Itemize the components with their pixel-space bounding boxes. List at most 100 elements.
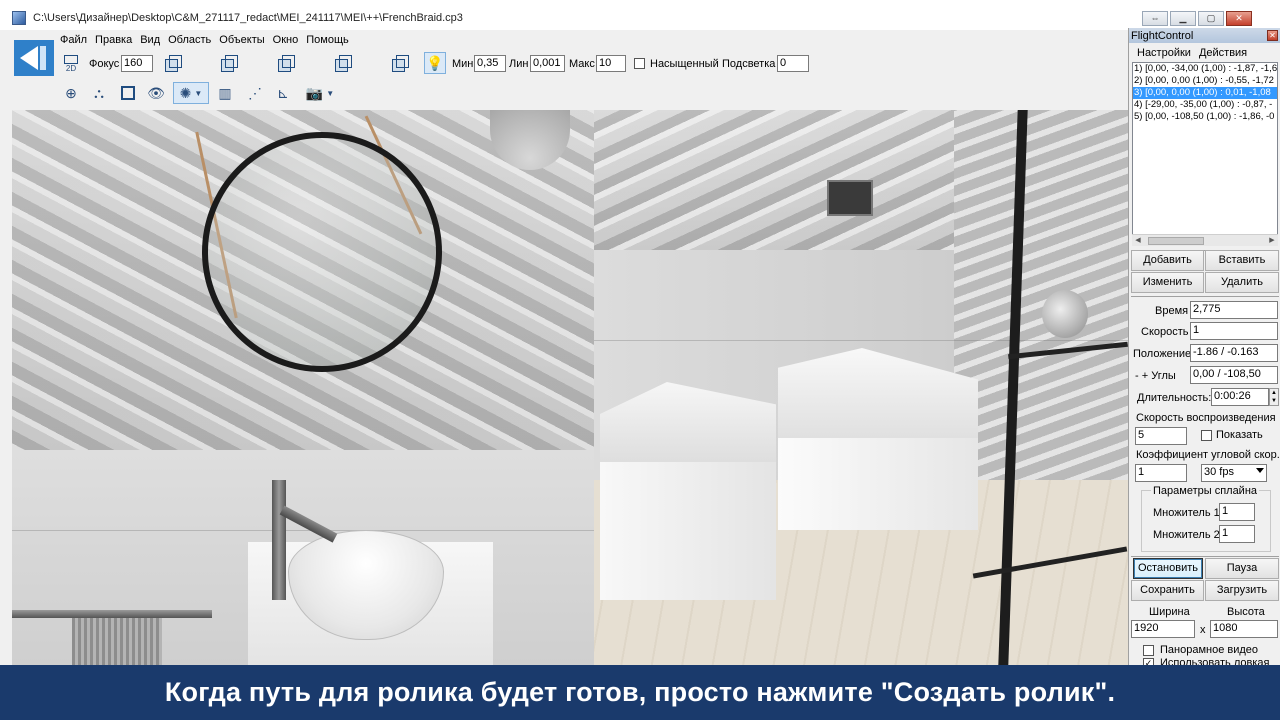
cube-icon <box>335 55 352 72</box>
lin-label: Лин <box>509 58 529 70</box>
highlight-input[interactable]: 0 <box>777 55 809 72</box>
max-label: Макс <box>569 58 595 70</box>
angles-input[interactable]: 0,00 / -108,50 <box>1190 366 1278 384</box>
angles-label[interactable]: - + Углы <box>1135 370 1176 382</box>
height-input[interactable]: 1080 <box>1210 620 1278 638</box>
menu-window[interactable]: Окно <box>273 32 307 48</box>
maximize-button[interactable]: ▢ <box>1198 11 1224 26</box>
time-input[interactable]: 2,775 <box>1190 301 1278 319</box>
menu-help[interactable]: Помощь <box>306 32 357 48</box>
flight-control-title: FlightControl <box>1131 30 1194 42</box>
menu-area[interactable]: Область <box>168 32 219 48</box>
width-input[interactable]: 1920 <box>1131 620 1195 638</box>
menu-actions[interactable]: Действия <box>1191 45 1247 61</box>
textured-tile-wall-far <box>954 110 1128 480</box>
focus-input[interactable]: 160 <box>121 55 153 72</box>
edit-button[interactable]: Изменить <box>1131 272 1204 293</box>
light-bulb-icon[interactable]: 💡 <box>424 52 446 74</box>
list-item[interactable]: 2) [0,00, 0,00 (1,00) : -0,55, -1,72 <box>1133 75 1277 87</box>
focus-label: Фокус <box>89 58 120 70</box>
window-title: C:\Users\Дизайнер\Desktop\C&M_271117_red… <box>33 12 463 24</box>
view-cube-perspective-button[interactable] <box>389 52 411 74</box>
toilet-body <box>778 430 978 530</box>
add-button[interactable]: Добавить <box>1131 250 1204 271</box>
min-label: Мин <box>452 58 474 70</box>
3d-viewport[interactable] <box>12 110 1128 665</box>
chevron-down-icon: ▼ <box>194 88 203 98</box>
position-input[interactable]: -1.86 / -0.163 <box>1190 344 1278 362</box>
fps-select[interactable]: 30 fps <box>1201 464 1267 482</box>
horizontal-scrollbar[interactable]: ◀ ▶ <box>1132 234 1278 246</box>
app-icon <box>12 11 26 25</box>
chevron-right-icon[interactable]: ▶ <box>1267 236 1277 246</box>
close-button[interactable]: ✕ <box>1226 11 1252 26</box>
flight-control-panel: FlightControl ✕ Настройки Действия 1) [0… <box>1128 28 1280 669</box>
restore-icon[interactable]: ⇔ <box>1142 11 1168 26</box>
saturated-checkbox[interactable] <box>634 58 645 69</box>
menu-file[interactable]: Файл <box>60 32 95 48</box>
camera-icon[interactable]: 📷 ▼ <box>300 82 340 104</box>
spline-group-label: Параметры сплайна <box>1151 485 1260 497</box>
duration-spinner[interactable]: ▲ ▼ <box>1269 388 1279 406</box>
axis-chart-icon[interactable]: ⊾ <box>272 82 294 104</box>
menu-settings[interactable]: Настройки <box>1129 45 1191 61</box>
path-points-icon[interactable]: ⋰ <box>244 82 266 104</box>
window-controls: ⇔ ▁ ▢ ✕ <box>1142 11 1252 26</box>
view-cube-front-button[interactable] <box>162 52 184 74</box>
save-button[interactable]: Сохранить <box>1131 580 1204 601</box>
sun-settings-icon[interactable]: ✺ ▼ <box>173 82 209 104</box>
list-item-selected[interactable]: 3) [0,00, 0,00 (1,00) : 0,01, -1,08 <box>1133 87 1277 99</box>
view-2d-button[interactable]: 2D <box>60 52 82 76</box>
towel <box>72 618 162 665</box>
stop-button[interactable]: Остановить <box>1133 558 1203 579</box>
square-select-icon[interactable] <box>117 82 139 104</box>
playback-speed-label: Скорость воспроизведения <box>1136 412 1276 424</box>
insert-button[interactable]: Вставить <box>1205 250 1279 271</box>
menu-edit[interactable]: Правка <box>95 32 140 48</box>
close-icon[interactable]: ✕ <box>1267 30 1278 41</box>
map-icon[interactable]: ▥ <box>214 82 236 104</box>
panoramic-label: Панорамное видео <box>1160 644 1259 656</box>
scrollbar-thumb[interactable] <box>1148 237 1204 245</box>
position-label: Положение <box>1133 348 1192 360</box>
max-input[interactable]: 10 <box>596 55 626 72</box>
pause-button[interactable]: Пауза <box>1205 558 1279 579</box>
tile-grout <box>12 530 594 531</box>
menu-view[interactable]: Вид <box>140 32 168 48</box>
panoramic-checkbox[interactable] <box>1143 645 1154 656</box>
view-cube-back-button[interactable] <box>332 52 354 74</box>
angular-coef-label: Коэффициент угловой скор. <box>1136 449 1280 461</box>
crosshair-icon[interactable]: ⊕ <box>60 82 82 104</box>
eye-icon[interactable]: 👁 <box>145 82 167 104</box>
app-logo[interactable] <box>14 40 54 76</box>
divider <box>1131 556 1279 557</box>
minimize-button[interactable]: ▁ <box>1170 11 1196 26</box>
tripod-icon[interactable]: ⛬ <box>88 82 110 104</box>
duration-input[interactable]: 0:00:26 <box>1211 388 1269 406</box>
min-input[interactable]: 0,35 <box>474 55 506 72</box>
angular-coef-input[interactable]: 1 <box>1135 464 1187 482</box>
mult2-input[interactable]: 1 <box>1219 525 1255 543</box>
load-button[interactable]: Загрузить <box>1205 580 1279 601</box>
view-cube-top-button[interactable] <box>218 52 240 74</box>
speed-input[interactable]: 1 <box>1190 322 1278 340</box>
view-cube-side-button[interactable] <box>275 52 297 74</box>
highlight-label: Подсветка <box>722 58 776 70</box>
delete-button[interactable]: Удалить <box>1205 272 1279 293</box>
list-item[interactable]: 1) [0,00, -34,00 (1,00) : -1,87, -1,6 <box>1133 63 1277 75</box>
show-checkbox[interactable] <box>1201 430 1212 441</box>
list-item[interactable]: 4) [-29,00, -35,00 (1,00) : -0,87, - <box>1133 99 1277 111</box>
toilet-paper-holder <box>1042 290 1088 338</box>
list-item[interactable]: 5) [0,00, -108,50 (1,00) : -1,86, -0 <box>1133 111 1277 123</box>
show-label: Показать <box>1216 429 1263 441</box>
playback-speed-input[interactable]: 5 <box>1135 427 1187 445</box>
lin-input[interactable]: 0,001 <box>530 55 565 72</box>
menu-bar: Файл Правка Вид Область Объекты Окно Пом… <box>60 32 357 48</box>
menu-objects[interactable]: Объекты <box>219 32 272 48</box>
keyframe-list[interactable]: 1) [0,00, -34,00 (1,00) : -1,87, -1,6 2)… <box>1132 62 1278 246</box>
flush-plate <box>827 180 873 216</box>
mult1-label: Множитель 1 <box>1153 507 1220 519</box>
chevron-left-icon[interactable]: ◀ <box>1133 236 1143 246</box>
cube-icon <box>278 55 295 72</box>
mult1-input[interactable]: 1 <box>1219 503 1255 521</box>
